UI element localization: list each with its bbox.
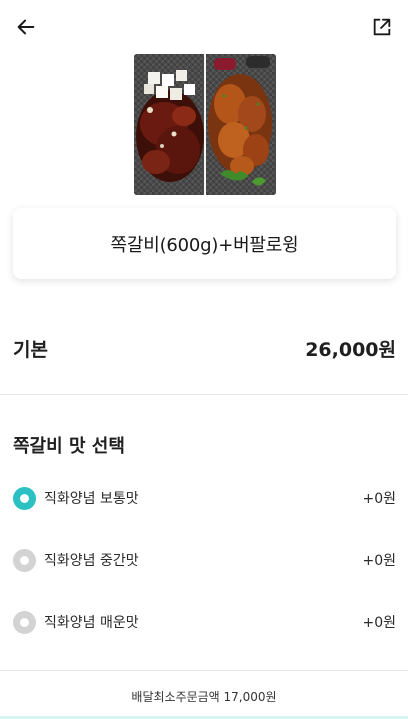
radio-unselected-icon[interactable] — [13, 548, 36, 572]
menu-detail-screen: 쪽갈비(600g)+버팔로윙 기본 26,000원 쪽갈비 맛 선택 직화양념 … — [0, 0, 408, 719]
option-group-title: 쪽갈비 맛 선택 — [13, 436, 125, 457]
section-divider — [0, 394, 408, 395]
top-bar — [0, 0, 408, 54]
footer-divider — [0, 670, 408, 671]
base-price-row: 기본 26,000원 — [0, 322, 408, 374]
radio-selected-icon[interactable] — [13, 486, 36, 510]
radio-unselected-icon[interactable] — [13, 610, 36, 634]
base-price: 26,000원 — [305, 338, 396, 361]
option-label: 직화양념 중간맛 — [44, 553, 139, 569]
option-item[interactable]: 직화양념 보통맛 +0원 — [0, 478, 408, 518]
option-price: +0원 — [362, 491, 396, 507]
product-photo[interactable] — [134, 54, 276, 195]
product-name: 쪽갈비(600g)+버팔로윙 — [110, 234, 299, 256]
option-label: 직화양념 매운맛 — [44, 615, 139, 631]
base-label: 기본 — [13, 338, 48, 361]
option-price: +0원 — [362, 615, 396, 631]
external-share-icon — [373, 18, 391, 36]
option-price: +0원 — [362, 553, 396, 569]
food-photo-illustration — [134, 54, 276, 195]
arrow-left-icon — [17, 19, 35, 35]
min-order-notice: 배달최소주문금액 17,000원 — [131, 689, 277, 704]
product-title-card: 쪽갈비(600g)+버팔로윙 — [13, 208, 396, 279]
back-button[interactable] — [12, 13, 40, 41]
option-label: 직화양념 보통맛 — [44, 491, 139, 507]
option-item[interactable]: 직화양념 중간맛 +0원 — [0, 540, 408, 580]
share-button[interactable] — [368, 13, 396, 41]
option-item[interactable]: 직화양념 매운맛 +0원 — [0, 602, 408, 642]
